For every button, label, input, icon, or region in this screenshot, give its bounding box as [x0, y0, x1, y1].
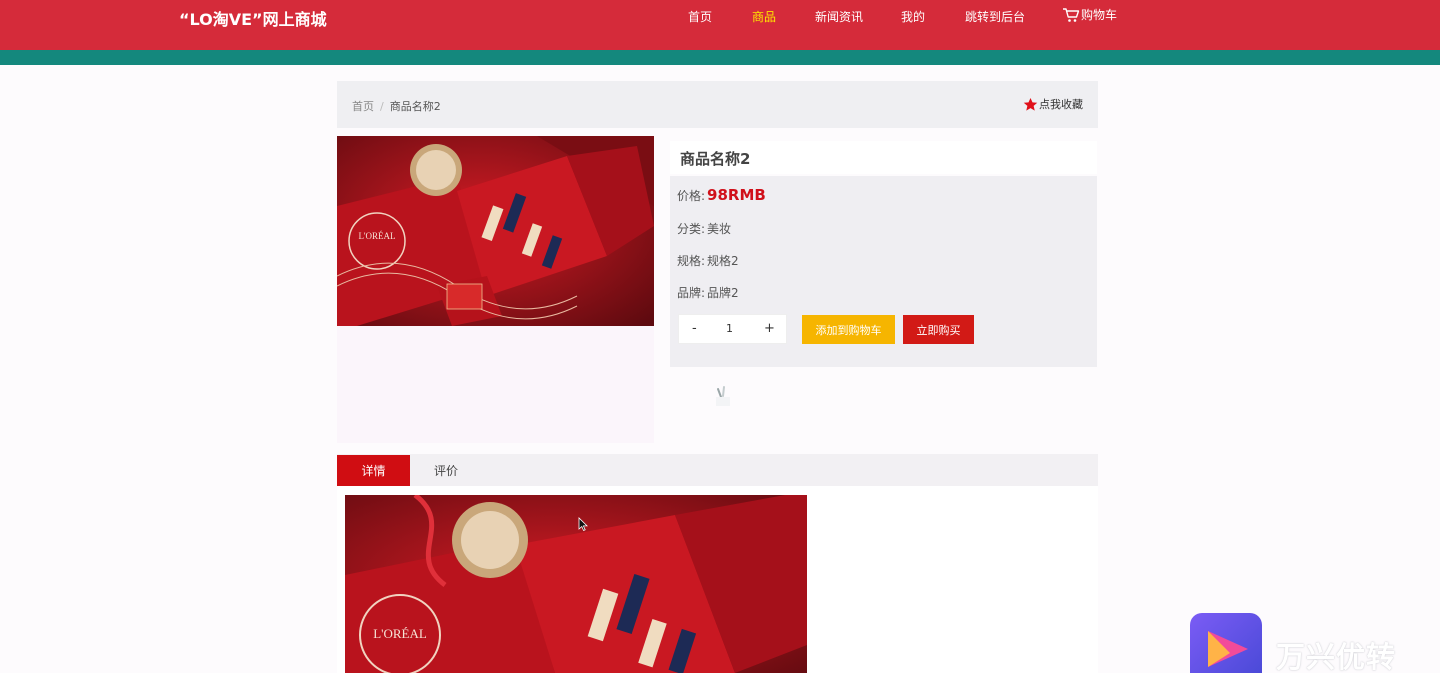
price-label: 价格: [677, 189, 706, 203]
spec-row: 规格: 规格2 [677, 252, 739, 269]
price-row: 价格: 98RMB [677, 186, 766, 204]
detail-tabs: 详情 评价 [337, 454, 1098, 486]
favorite-button[interactable]: 点我收藏 [1023, 96, 1083, 112]
breadcrumb-bar: 首页 / 商品名称2 点我收藏 [337, 81, 1098, 128]
detail-image: L'ORÉAL [345, 495, 807, 673]
brand-row: 品牌: 品牌2 [677, 284, 739, 301]
quantity-value[interactable]: 1 [726, 322, 733, 335]
favorite-label: 点我收藏 [1039, 98, 1083, 111]
mouse-cursor-icon [578, 517, 588, 532]
site-logo[interactable]: “LO淘VE”网上商城 [179, 6, 327, 30]
quantity-stepper: - 1 + [678, 314, 787, 344]
spec-label: 规格: [677, 254, 706, 268]
breadcrumb-separator: / [380, 100, 384, 113]
product-title: 商品名称2 [680, 150, 751, 168]
spec-value: 规格2 [707, 254, 739, 268]
breadcrumb-current: 商品名称2 [389, 100, 441, 113]
category-value: 美妆 [707, 222, 732, 236]
nav-news[interactable]: 新闻资讯 [815, 8, 863, 25]
detail-image-brand: L'ORÉAL [373, 626, 427, 641]
product-info-panel: 价格: 98RMB 分类: 美妆 规格: 规格2 品牌: 品牌2 - 1 + 添加到购物… [670, 176, 1097, 367]
category-row: 分类: 美妆 [677, 220, 731, 237]
tab-details[interactable]: 详情 [337, 455, 410, 486]
product-title-box: 商品名称2 [670, 141, 1097, 174]
quantity-plus-button[interactable]: + [764, 321, 775, 336]
product-image[interactable]: L'ORÉAL [337, 136, 654, 326]
brand-label: 品牌: [677, 286, 706, 300]
quantity-minus-button[interactable]: - [692, 321, 697, 336]
detail-content: L'ORÉAL [337, 486, 1098, 673]
nav-home[interactable]: 首页 [688, 8, 712, 25]
nav-products[interactable]: 商品 [752, 8, 776, 25]
nav-cart[interactable]: 购物车 [1062, 6, 1117, 23]
tab-reviews[interactable]: 评价 [417, 455, 475, 486]
cart-label: 购物车 [1081, 8, 1118, 22]
star-icon [1023, 97, 1038, 111]
product-image-brand: L'ORÉAL [358, 231, 395, 241]
breadcrumb: 首页 / 商品名称2 [352, 98, 441, 114]
add-to-cart-button[interactable]: 添加到购物车 [802, 315, 895, 344]
buy-now-button[interactable]: 立即购买 [903, 315, 974, 344]
header-accent-strip [0, 50, 1440, 65]
category-label: 分类: [677, 222, 706, 236]
price-value: 98RMB [707, 186, 766, 204]
breadcrumb-home[interactable]: 首页 [352, 100, 374, 113]
product-image-column: L'ORÉAL [337, 136, 654, 443]
watermark-logo [1190, 613, 1262, 673]
nav-mine[interactable]: 我的 [901, 8, 925, 25]
brand-value: 品牌2 [707, 286, 739, 300]
nav-admin[interactable]: 跳转到后台 [965, 8, 1025, 25]
watermark-text: 万兴优转 [1276, 640, 1397, 673]
cart-icon [1063, 8, 1080, 22]
loading-spinner-icon [716, 386, 730, 406]
